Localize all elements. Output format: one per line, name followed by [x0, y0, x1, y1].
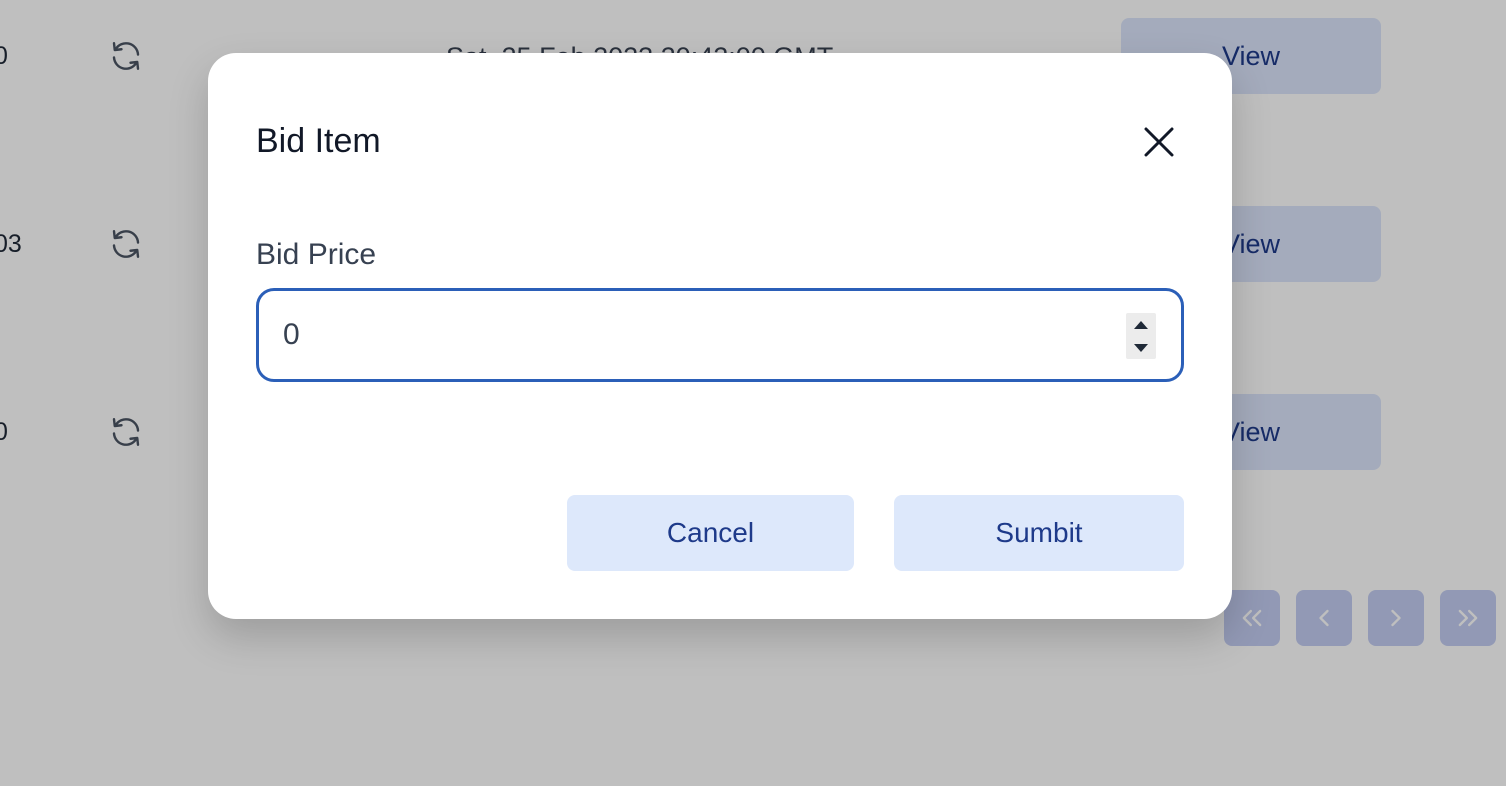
bid-price-label: Bid Price — [256, 238, 377, 271]
submit-button[interactable]: Sumbit — [894, 495, 1184, 571]
close-button[interactable] — [1138, 121, 1180, 163]
stepper-down-icon[interactable] — [1126, 336, 1156, 359]
close-icon — [1144, 127, 1174, 157]
bid-item-modal: Bid Item Bid Price Cancel Sumbit — [208, 53, 1232, 619]
modal-title: Bid Item — [256, 122, 381, 160]
stepper-up-icon[interactable] — [1126, 313, 1156, 336]
bid-price-field[interactable] — [256, 288, 1184, 382]
cancel-button[interactable]: Cancel — [567, 495, 854, 571]
bid-price-input[interactable] — [283, 307, 1123, 363]
number-stepper[interactable] — [1126, 313, 1156, 359]
